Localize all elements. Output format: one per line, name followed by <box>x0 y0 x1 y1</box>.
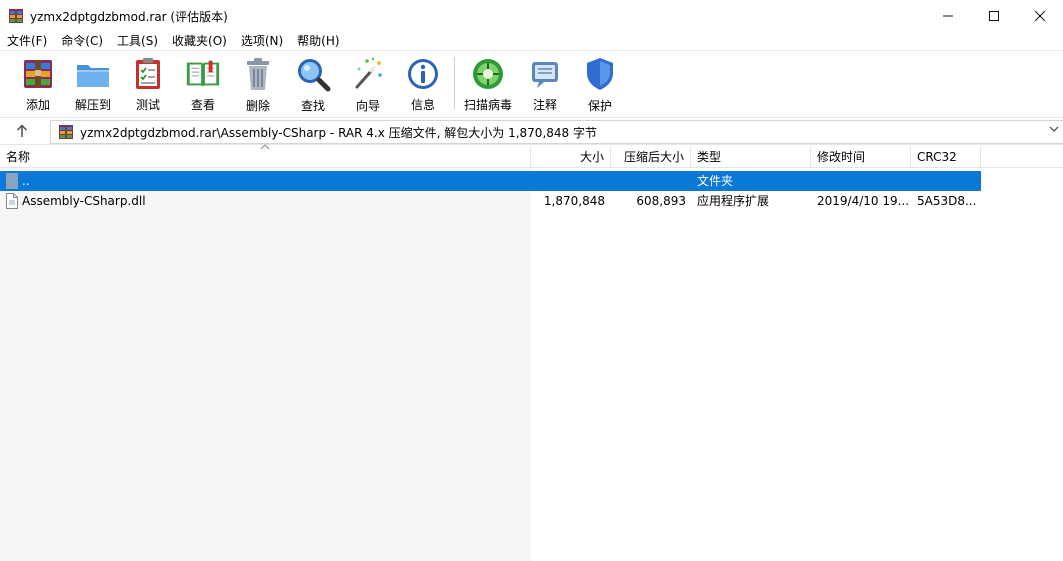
file-list[interactable]: .. 文件夹 Assembly-CSharp.dll 1,870,848 608… <box>0 168 1063 561</box>
info-label: 信息 <box>410 98 435 112</box>
test-label: 测试 <box>135 98 160 112</box>
add-button[interactable]: 添加 <box>10 55 66 113</box>
comment-button[interactable]: 注释 <box>517 55 573 113</box>
menu-options[interactable]: 选项(N) <box>234 32 290 50</box>
row-crc <box>917 171 979 191</box>
info-icon <box>404 55 442 92</box>
address-path: yzmx2dptgdzbmod.rar\Assembly-CSharp - RA… <box>80 125 597 140</box>
file-icon <box>6 193 20 209</box>
table-row[interactable]: Assembly-CSharp.dll 1,870,848 608,893 应用… <box>0 191 981 211</box>
menu-favorites[interactable]: 收藏夹(O) <box>165 32 234 50</box>
column-header-row: 名称 大小 压缩后大小 类型 修改时间 CRC32 <box>0 144 1063 168</box>
add-label: 添加 <box>25 98 50 112</box>
table-row[interactable]: .. 文件夹 <box>0 171 981 191</box>
comment-icon <box>526 55 564 92</box>
wizard-button[interactable]: 向导 <box>340 55 396 113</box>
row-name: .. <box>22 174 30 188</box>
minimize-button[interactable] <box>925 0 971 32</box>
column-modified[interactable]: 修改时间 <box>811 146 911 168</box>
arrow-up-icon <box>17 124 27 137</box>
comment-label: 注释 <box>532 98 557 112</box>
info-button[interactable]: 信息 <box>395 55 451 113</box>
shield-icon <box>581 55 619 93</box>
window-title: yzmx2dptgdzbmod.rar (评估版本) <box>30 9 228 24</box>
toolbar: 添加 解压到 测试 查看 删除 查找 向导 信息 扫描病毒 注释 保护 <box>0 50 1063 116</box>
list-blank-area <box>0 168 531 561</box>
column-type[interactable]: 类型 <box>691 146 811 168</box>
column-crc32[interactable]: CRC32 <box>911 146 981 168</box>
extract-folder-icon <box>74 55 112 92</box>
title-bar: yzmx2dptgdzbmod.rar (评估版本) <box>0 0 1063 32</box>
row-size: 1,870,848 <box>543 194 605 208</box>
wizard-label: 向导 <box>355 99 380 113</box>
row-size <box>531 171 605 191</box>
add-archive-icon <box>19 55 57 92</box>
test-checklist-icon <box>129 55 167 92</box>
delete-label: 删除 <box>245 99 270 113</box>
menu-commands[interactable]: 命令(C) <box>54 32 110 50</box>
row-crc: 5A53D8... <box>917 194 977 208</box>
winrar-icon <box>8 8 24 24</box>
view-label: 查看 <box>190 98 215 112</box>
column-size[interactable]: 大小 <box>531 146 611 168</box>
menu-help[interactable]: 帮助(H) <box>290 32 346 50</box>
protect-button[interactable]: 保护 <box>572 55 628 113</box>
chevron-down-icon[interactable] <box>1049 125 1059 136</box>
row-type: 应用程序扩展 <box>697 194 770 208</box>
row-packed: 608,893 <box>636 194 686 208</box>
virus-scan-button[interactable]: 扫描病毒 <box>460 55 516 113</box>
protect-label: 保护 <box>587 99 612 113</box>
virus-scan-label: 扫描病毒 <box>463 98 512 112</box>
find-label: 查找 <box>300 99 325 113</box>
extract-to-label: 解压到 <box>74 98 111 112</box>
virus-scan-icon <box>469 55 507 92</box>
view-book-icon <box>184 55 222 92</box>
menu-bar: 文件(F) 命令(C) 工具(S) 收藏夹(O) 选项(N) 帮助(H) <box>0 32 1063 50</box>
row-packed <box>611 171 686 191</box>
row-name: Assembly-CSharp.dll <box>22 194 146 208</box>
maximize-button[interactable] <box>971 0 1017 32</box>
menu-tools[interactable]: 工具(S) <box>110 32 165 50</box>
row-type: 文件夹 <box>697 174 734 188</box>
parent-folder-icon <box>6 173 20 189</box>
close-button[interactable] <box>1017 0 1063 32</box>
up-folder-button[interactable] <box>8 120 36 142</box>
address-field[interactable]: yzmx2dptgdzbmod.rar\Assembly-CSharp - RA… <box>50 120 1063 144</box>
column-name[interactable]: 名称 <box>0 146 531 168</box>
magnifier-icon <box>294 55 332 93</box>
trash-icon <box>239 55 277 93</box>
view-button[interactable]: 查看 <box>175 55 231 113</box>
find-button[interactable]: 查找 <box>285 55 341 113</box>
extract-to-button[interactable]: 解压到 <box>65 55 121 113</box>
test-button[interactable]: 测试 <box>120 55 176 113</box>
row-modified <box>817 171 909 191</box>
row-modified: 2019/4/10 19... <box>817 194 909 208</box>
toolbar-separator <box>454 57 455 109</box>
wizard-wand-icon <box>349 55 387 93</box>
address-bar: yzmx2dptgdzbmod.rar\Assembly-CSharp - RA… <box>0 117 1063 145</box>
menu-file[interactable]: 文件(F) <box>0 32 54 50</box>
column-packed-size[interactable]: 压缩后大小 <box>611 146 691 168</box>
delete-button[interactable]: 删除 <box>230 55 286 113</box>
winrar-archive-icon <box>58 124 74 140</box>
